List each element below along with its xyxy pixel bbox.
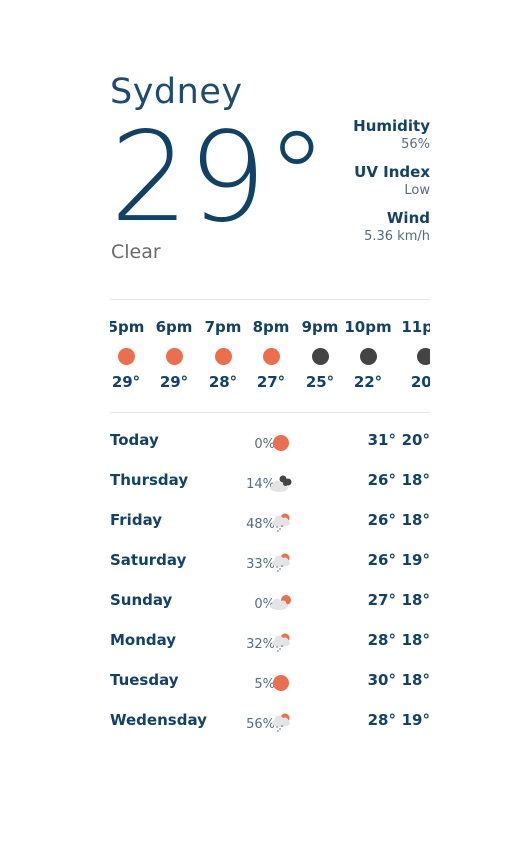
hour-temp: 29°: [111, 373, 141, 391]
hour-temp: 29°: [159, 373, 189, 391]
sun-icon: [165, 348, 183, 365]
hourly-item: 8pm 27°: [246, 317, 296, 392]
high-temp: 30°: [367, 671, 396, 689]
hour-time: 8pm: [252, 318, 290, 336]
moon-icon: [359, 348, 377, 365]
stat-label: Humidity: [353, 117, 430, 135]
stat-value: 5.36 km/h: [364, 229, 430, 244]
low-temp: 18°: [401, 591, 430, 609]
stat-humidity: Humidity 56%: [353, 116, 430, 153]
hour-time: 9pm: [301, 318, 339, 336]
low-temp: 18°: [401, 671, 430, 689]
hourly-forecast[interactable]: 5pm 29° 6pm 29° 7pm 28° 8pm 27° 9pm 25° …: [110, 317, 430, 393]
high-temp: 26°: [367, 551, 396, 569]
partly-cloudy-night-icon: [270, 475, 292, 492]
high-temp: 28°: [367, 711, 396, 729]
rain-icon: [272, 633, 290, 652]
day-name: Thursday: [110, 471, 189, 489]
daily-row: Saturday 33% 26° 19°: [110, 551, 430, 591]
hour-temp: 28°: [208, 373, 238, 391]
daily-row: Monday 32% 28° 18°: [110, 631, 430, 671]
hour-time: 6pm: [155, 318, 193, 336]
hourly-item: 5pm 29°: [110, 317, 151, 392]
stat-value: 56%: [401, 137, 430, 152]
current-condition: Clear: [111, 241, 161, 263]
daily-row: Thursday 14% 26° 18°: [110, 471, 430, 511]
stat-label: Wind: [386, 209, 430, 227]
day-name: Saturday: [110, 551, 187, 569]
sun-icon: [262, 348, 280, 365]
high-temp: 26°: [367, 511, 396, 529]
daily-row: Wedensday 56% 28° 19°: [110, 711, 430, 751]
stat-uv-index: UV Index Low: [353, 162, 430, 199]
high-temp: 31°: [367, 431, 396, 449]
daily-row: Tuesday 5% 30° 18°: [110, 671, 430, 711]
divider: [110, 412, 430, 413]
stat-value: Low: [404, 183, 430, 198]
rain-icon: [272, 713, 290, 732]
rain-icon: [272, 513, 290, 532]
current-temperature: 29°: [110, 106, 328, 250]
day-name: Sunday: [110, 591, 173, 609]
rain-icon: [272, 553, 290, 572]
daily-row: Sunday 0% 27° 18°: [110, 591, 430, 631]
hour-temp: 22°: [353, 373, 383, 391]
hour-time: 5pm: [110, 318, 145, 336]
hour-time: 11pm: [401, 318, 430, 336]
day-name: Friday: [110, 511, 163, 529]
hourly-item: 10pm 22°: [343, 317, 393, 392]
hour-temp: 20°: [410, 373, 430, 391]
weather-card: Sydney 29° Clear Humidity 56% UV Index L…: [110, 70, 430, 732]
hourly-item: 6pm 29°: [149, 317, 199, 392]
low-temp: 19°: [401, 551, 430, 569]
low-temp: 18°: [401, 631, 430, 649]
hour-time: 7pm: [204, 318, 242, 336]
hour-time: 10pm: [344, 318, 392, 336]
partly-cloudy-icon: [270, 595, 291, 610]
low-temp: 19°: [401, 711, 430, 729]
day-name: Wedensday: [110, 711, 207, 729]
hourly-item: 9pm 25°: [295, 317, 345, 392]
divider: [110, 299, 430, 300]
sun-icon: [273, 675, 289, 691]
hour-temp: 27°: [256, 373, 286, 391]
high-temp: 27°: [367, 591, 396, 609]
stat-label: UV Index: [354, 163, 430, 181]
stat-wind: Wind 5.36 km/h: [353, 208, 430, 245]
day-name: Tuesday: [110, 671, 179, 689]
daily-row: Friday 48% 26° 18°: [110, 511, 430, 551]
sun-icon: [117, 348, 135, 365]
stats-panel: Humidity 56% UV Index Low Wind 5.36 km/h: [353, 116, 430, 254]
day-name: Monday: [110, 631, 177, 649]
moon-icon: [416, 348, 430, 365]
low-temp: 18°: [401, 471, 430, 489]
hourly-item: 7pm 28°: [198, 317, 248, 392]
high-temp: 26°: [367, 471, 396, 489]
moon-icon: [311, 348, 329, 365]
low-temp: 18°: [401, 511, 430, 529]
hourly-item: 11pm 20°: [400, 317, 430, 392]
daily-row: Today 0% 31° 20°: [110, 431, 430, 471]
sun-icon: [273, 435, 289, 451]
hour-temp: 25°: [305, 373, 335, 391]
sun-icon: [214, 348, 232, 365]
high-temp: 28°: [367, 631, 396, 649]
low-temp: 20°: [401, 431, 430, 449]
day-name: Today: [110, 431, 159, 449]
